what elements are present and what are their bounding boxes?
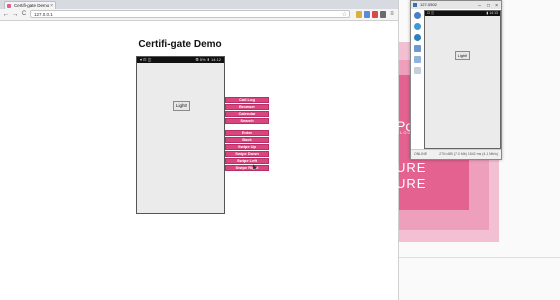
page-title: Certifi-gate Demo (138, 39, 222, 50)
close-icon[interactable]: × (495, 2, 498, 10)
emulator-status-right: ▮ 14:13 (486, 11, 498, 15)
extension-icon[interactable] (364, 11, 370, 18)
emulator-title-bar[interactable]: 127-0502 – □ × (411, 1, 501, 9)
swipe-right-button[interactable]: Swipe Right (225, 165, 269, 171)
globe-icon[interactable] (414, 23, 421, 30)
calendar-button[interactable]: Calendar (225, 111, 269, 117)
extension-icon[interactable] (380, 11, 386, 18)
status-icons-right: ⦾ 5% ▮ 14:12 (195, 57, 221, 62)
phone-status-bar: ▾ ⊡ ◫ ⦾ 5% ▮ 14:12 (137, 57, 224, 63)
background-text-line-2: URE (396, 176, 427, 191)
tab-strip: Certifi-gate Demo × (0, 0, 398, 9)
emulator-light-button[interactable]: Light! (455, 51, 470, 60)
emulator-title: 127-0502 (420, 2, 437, 7)
connection-status: ONLINE (414, 152, 428, 156)
swipe-up-button[interactable]: Swipe Up (225, 144, 269, 150)
browser-toolbar: ← → C 127.0.0.1 ☆ ≡ (0, 9, 398, 21)
window-icon (413, 3, 417, 7)
search-button[interactable]: Search (225, 118, 269, 124)
emulator-status-bar: ⊡ ◫ ▮ 14:13 (425, 11, 500, 16)
enter-button[interactable]: Enter (225, 130, 269, 136)
reload-icon[interactable]: C (20, 10, 28, 19)
power-icon[interactable] (414, 12, 421, 19)
emulator-screen: ⊡ ◫ ▮ 14:13 Light! (424, 10, 501, 149)
stream-info: 270×480 (7.0 Mb) 1542 ms (4.1 Mb/s) (439, 152, 498, 156)
divider (399, 257, 560, 258)
back-button[interactable]: Back (225, 137, 269, 143)
swipe-down-button[interactable]: Swipe Down (225, 151, 269, 157)
maximize-icon[interactable]: □ (487, 2, 490, 10)
gesture-controls: Enter Back Swipe Up Swipe Down Swipe Lef… (225, 130, 269, 172)
menu-icon[interactable]: ≡ (388, 10, 396, 19)
emulator-window: 127-0502 – □ × ⊡ ◫ ▮ 14:13 Light! ONLINE… (410, 0, 502, 160)
file-icon[interactable] (414, 67, 421, 74)
browser-button[interactable]: Browser (225, 104, 269, 110)
status-icons-left: ▾ ⊡ ◫ (140, 57, 152, 62)
extension-icon[interactable] (372, 11, 378, 18)
back-icon[interactable]: ← (2, 10, 10, 19)
tab-close-icon[interactable]: × (50, 2, 53, 9)
app-controls: Call Log Browser Calendar Search (225, 97, 269, 125)
emulator-toolbar (412, 10, 423, 80)
emulator-status-left: ⊡ ◫ (427, 11, 435, 15)
browser-tab[interactable]: Certifi-gate Demo × (4, 1, 56, 9)
phone-screen: ▾ ⊡ ◫ ⦾ 5% ▮ 14:12 Light! (136, 56, 225, 214)
swipe-left-button[interactable]: Swipe Left (225, 158, 269, 164)
rotate-icon[interactable] (414, 56, 421, 63)
star-icon[interactable]: ☆ (342, 11, 347, 19)
call-log-button[interactable]: Call Log (225, 97, 269, 103)
browser-window: Certifi-gate Demo × ← → C 127.0.0.1 ☆ ≡ … (0, 0, 399, 300)
light-button[interactable]: Light! (173, 101, 190, 111)
address-text: 127.0.0.1 (34, 12, 53, 17)
extension-icon[interactable] (356, 11, 362, 18)
emulator-status-footer: ONLINE 270×480 (7.0 Mb) 1542 ms (4.1 Mb/… (411, 149, 501, 159)
favicon-icon (7, 4, 11, 8)
search-icon[interactable] (414, 34, 421, 41)
screen-icon[interactable] (414, 45, 421, 52)
forward-icon[interactable]: → (11, 10, 19, 19)
page-content: Certifi-gate Demo ▾ ⊡ ◫ ⦾ 5% ▮ 14:12 Lig… (0, 21, 398, 300)
tab-title: Certifi-gate Demo (14, 3, 50, 8)
minimize-icon[interactable]: – (478, 2, 481, 10)
address-bar[interactable]: 127.0.0.1 ☆ (30, 10, 350, 18)
background-text-line-1: URE (396, 160, 427, 175)
